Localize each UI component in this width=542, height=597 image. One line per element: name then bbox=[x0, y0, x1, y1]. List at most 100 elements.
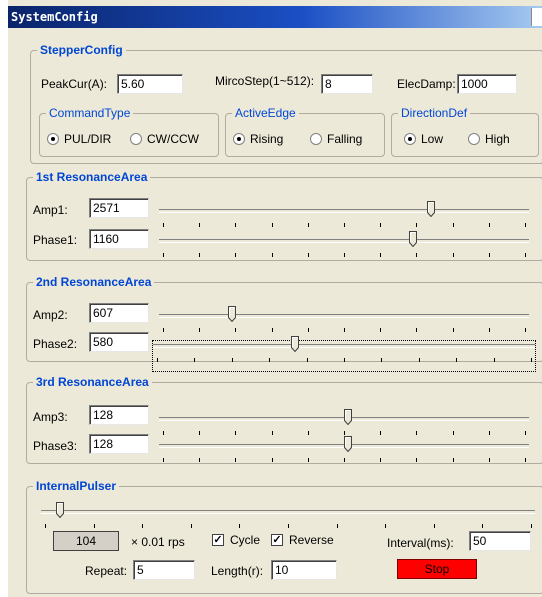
slider-tick bbox=[307, 458, 309, 462]
res2-title: 2nd ResonanceArea bbox=[33, 275, 155, 289]
slider-tick bbox=[199, 223, 201, 227]
slider-tick bbox=[418, 358, 420, 362]
slider-track[interactable] bbox=[153, 344, 535, 348]
cw-ccw-radio[interactable] bbox=[130, 133, 142, 145]
slider-tick bbox=[271, 431, 273, 435]
slider-ticks bbox=[159, 328, 529, 332]
phase1-slider[interactable] bbox=[159, 231, 529, 266]
slider-tick bbox=[344, 253, 345, 257]
slider-thumb[interactable] bbox=[291, 336, 300, 353]
cycle-checkbox[interactable]: ✓ bbox=[212, 534, 224, 546]
res3-group: 3rd ResonanceArea Amp3: 128 Phase3: 128 bbox=[26, 375, 542, 464]
amp1-slider[interactable] bbox=[159, 201, 529, 236]
slider-tick bbox=[344, 458, 345, 462]
length-label: Length(r): bbox=[211, 564, 264, 578]
slider-ticks bbox=[159, 431, 529, 435]
slider-tick bbox=[493, 358, 495, 362]
phase3-slider[interactable] bbox=[159, 436, 529, 471]
slider-track[interactable] bbox=[159, 314, 529, 318]
amp2-label: Amp2: bbox=[33, 308, 68, 322]
phase3-input[interactable]: 128 bbox=[89, 434, 149, 454]
phase2-input[interactable]: 580 bbox=[89, 332, 149, 352]
slider-thumb[interactable] bbox=[55, 502, 64, 519]
amp1-label: Amp1: bbox=[33, 203, 68, 217]
length-input[interactable]: 10 bbox=[271, 560, 337, 580]
slider-tick bbox=[482, 524, 484, 528]
slider-tick bbox=[344, 358, 345, 362]
slider-thumb[interactable] bbox=[343, 409, 352, 426]
slider-tick bbox=[381, 358, 383, 362]
microstep-input[interactable]: 8 bbox=[321, 74, 373, 94]
slider-tick bbox=[344, 223, 345, 227]
slider-tick bbox=[452, 458, 454, 462]
slider-tick bbox=[163, 458, 164, 462]
slider-tick bbox=[271, 253, 273, 257]
slider-tick bbox=[416, 328, 418, 332]
slider-tick bbox=[525, 223, 526, 227]
phase1-input[interactable]: 1160 bbox=[89, 229, 149, 249]
slider-tick bbox=[525, 431, 526, 435]
slider-tick bbox=[531, 358, 532, 362]
slider-tick bbox=[380, 328, 382, 332]
slider-tick bbox=[163, 328, 164, 332]
peak-cur-label: PeakCur(A): bbox=[41, 77, 108, 91]
interval-label: Interval(ms): bbox=[387, 536, 454, 550]
slider-thumb[interactable] bbox=[343, 436, 352, 453]
slider-tick bbox=[199, 458, 201, 462]
interval-input[interactable]: 50 bbox=[469, 531, 531, 551]
slider-tick bbox=[163, 431, 164, 435]
pul-dir-radio[interactable] bbox=[47, 133, 59, 145]
slider-track[interactable] bbox=[41, 510, 535, 514]
slider-thumb[interactable] bbox=[227, 306, 236, 323]
slider-tick bbox=[235, 328, 237, 332]
microstep-label: MircoStep(1~512): bbox=[215, 74, 315, 88]
slider-thumb[interactable] bbox=[426, 201, 435, 218]
amp2-input[interactable]: 607 bbox=[89, 303, 149, 323]
res1-title: 1st ResonanceArea bbox=[33, 170, 151, 184]
system-config-window: SystemConfig StepperConfig PeakCur(A): 5… bbox=[8, 0, 542, 597]
slider-tick bbox=[456, 358, 458, 362]
slider-tick bbox=[307, 431, 309, 435]
slider-tick bbox=[194, 358, 196, 362]
direction-def-title: DirectionDef bbox=[398, 106, 471, 120]
slider-tick bbox=[344, 431, 345, 435]
slider-ticks bbox=[159, 253, 529, 257]
pul-dir-label: PUL/DIR bbox=[64, 132, 112, 146]
elecdamp-input[interactable]: 1000 bbox=[457, 74, 517, 94]
reverse-checkbox[interactable]: ✓ bbox=[271, 534, 283, 546]
low-radio[interactable] bbox=[404, 133, 416, 145]
title-bar[interactable]: SystemConfig bbox=[8, 6, 542, 28]
stepper-config-group: StepperConfig PeakCur(A): 5.60 MircoStep… bbox=[30, 43, 542, 164]
slider-tick bbox=[531, 524, 532, 528]
amp2-slider[interactable] bbox=[159, 306, 529, 341]
slider-tick bbox=[488, 223, 490, 227]
slider-tick bbox=[336, 524, 338, 528]
slider-track[interactable] bbox=[159, 209, 529, 213]
slider-thumb[interactable] bbox=[408, 231, 417, 248]
command-type-title: CommandType bbox=[46, 106, 134, 120]
falling-radio[interactable] bbox=[310, 133, 322, 145]
slider-tick bbox=[452, 223, 454, 227]
res1-group: 1st ResonanceArea Amp1: 2571 Phase1: 116… bbox=[26, 170, 542, 261]
rising-radio[interactable] bbox=[233, 133, 245, 145]
amp3-input[interactable]: 128 bbox=[89, 405, 149, 425]
slider-tick bbox=[452, 328, 454, 332]
slider-tick bbox=[306, 358, 308, 362]
slider-tick bbox=[269, 358, 271, 362]
slider-tick bbox=[433, 524, 435, 528]
stop-button[interactable]: Stop bbox=[397, 559, 477, 579]
slider-tick bbox=[163, 223, 164, 227]
slider-tick bbox=[199, 328, 201, 332]
slider-tick bbox=[163, 253, 164, 257]
slider-track[interactable] bbox=[159, 239, 529, 243]
phase2-slider[interactable] bbox=[152, 336, 536, 372]
window-edge bbox=[531, 8, 542, 26]
slider-tick bbox=[190, 524, 192, 528]
amp1-input[interactable]: 2571 bbox=[89, 198, 149, 218]
stepper-config-title: StepperConfig bbox=[37, 43, 126, 57]
slider-tick bbox=[235, 223, 237, 227]
repeat-label: Repeat: bbox=[85, 564, 128, 578]
high-radio[interactable] bbox=[468, 133, 480, 145]
repeat-input[interactable]: 5 bbox=[133, 560, 195, 580]
peak-cur-input[interactable]: 5.60 bbox=[117, 74, 183, 94]
